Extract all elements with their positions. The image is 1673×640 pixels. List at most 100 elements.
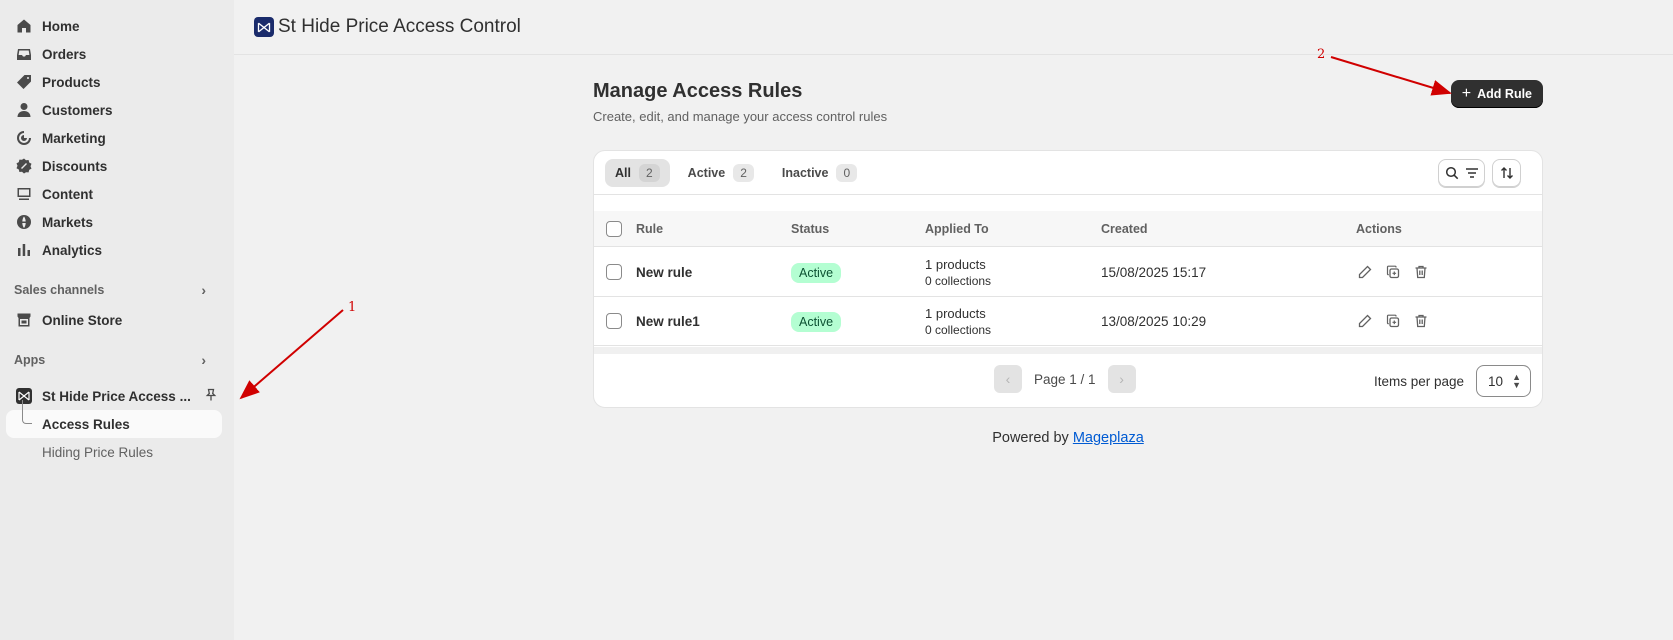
items-per-page: Items per page 10 ▲ ▼ bbox=[1374, 365, 1531, 397]
tree-connector bbox=[22, 400, 32, 424]
sidebar-item-label: Customers bbox=[42, 102, 113, 118]
horizontal-scrollbar[interactable] bbox=[594, 347, 1542, 354]
filter-icon bbox=[1465, 168, 1478, 178]
sort-icon bbox=[1500, 167, 1513, 179]
tab-count: 2 bbox=[638, 163, 660, 182]
status-badge: Active bbox=[791, 311, 842, 332]
row-checkbox[interactable] bbox=[606, 313, 622, 329]
filter-tabs: All 2 Active 2 Inactive 0 bbox=[594, 151, 1542, 195]
store-icon bbox=[16, 312, 32, 328]
applied-collections: 0 collections bbox=[925, 273, 992, 288]
table-row[interactable]: New rule1 Active 1 products 0 collection… bbox=[594, 297, 1542, 346]
sidebar-item-online-store[interactable]: Online Store bbox=[0, 306, 234, 334]
items-per-page-label: Items per page bbox=[1373, 373, 1464, 389]
pagination: ‹ Page 1 / 1 › bbox=[994, 365, 1136, 393]
column-header-rule: Rule bbox=[636, 221, 664, 236]
rules-card: All 2 Active 2 Inactive 0 Rule Status Ap… bbox=[593, 150, 1543, 408]
sidebar-item-label: Analytics bbox=[42, 242, 103, 258]
sidebar-item-analytics[interactable]: Analytics bbox=[0, 236, 234, 264]
sidebar-item-markets[interactable]: Markets bbox=[0, 208, 234, 236]
page-indicator: Page 1 / 1 bbox=[1034, 371, 1096, 387]
sidebar-item-label: Online Store bbox=[42, 312, 123, 328]
select-all-checkbox[interactable] bbox=[606, 220, 622, 237]
sidebar-item-orders[interactable]: Orders bbox=[0, 40, 234, 68]
applied-products: 1 products bbox=[925, 256, 986, 272]
column-header-created: Created bbox=[1101, 221, 1148, 236]
add-rule-button[interactable]: + Add Rule bbox=[1450, 80, 1543, 108]
delete-icon[interactable] bbox=[1412, 313, 1429, 330]
sidebar-item-marketing[interactable]: Marketing bbox=[0, 124, 234, 152]
content-icon bbox=[16, 186, 32, 202]
edit-icon[interactable] bbox=[1356, 264, 1373, 281]
annotation-label-2: 2 bbox=[1317, 47, 1326, 62]
tab-count: 2 bbox=[733, 163, 754, 182]
mageplaza-link[interactable]: Mageplaza bbox=[1073, 430, 1144, 446]
sales-channels-label: Sales channels bbox=[14, 283, 105, 297]
subitem-label: Access Rules bbox=[42, 416, 130, 432]
powered-by-footer: Powered by Mageplaza bbox=[593, 430, 1543, 446]
annotation-label-1: 1 bbox=[348, 300, 357, 315]
target-icon bbox=[16, 130, 32, 146]
sidebar-subitem-hiding-price-rules[interactable]: Hiding Price Rules bbox=[6, 438, 222, 466]
sidebar-item-label: Home bbox=[42, 18, 80, 34]
chevron-right-icon[interactable]: › bbox=[201, 282, 206, 298]
page-title: Manage Access Rules bbox=[593, 80, 803, 102]
duplicate-icon[interactable] bbox=[1384, 264, 1401, 281]
annotation-arrow-1 bbox=[239, 309, 344, 400]
apps-header[interactable]: Apps › bbox=[0, 348, 234, 372]
table-header: Rule Status Applied To Created Actions bbox=[594, 211, 1542, 247]
sidebar-item-content[interactable]: Content bbox=[0, 180, 234, 208]
items-per-page-value: 10 bbox=[1488, 373, 1504, 389]
globe-icon bbox=[16, 214, 32, 230]
sidebar-item-home[interactable]: Home bbox=[0, 12, 234, 40]
sidebar-item-label: Marketing bbox=[42, 130, 106, 146]
add-rule-label: Add Rule bbox=[1477, 87, 1532, 101]
sidebar-item-label: Content bbox=[42, 186, 93, 202]
tab-label: Active bbox=[687, 165, 726, 180]
status-badge: Active bbox=[791, 262, 842, 283]
sidebar: Home Orders Products Customers Marketing… bbox=[0, 0, 234, 640]
table-row[interactable]: New rule Active 1 products 0 collections… bbox=[594, 248, 1542, 297]
sidebar-item-products[interactable]: Products bbox=[0, 68, 234, 96]
tab-label: All bbox=[615, 165, 631, 180]
select-arrows-icon: ▲ ▼ bbox=[1512, 372, 1521, 390]
sidebar-item-discounts[interactable]: Discounts bbox=[0, 152, 234, 180]
pin-icon[interactable] bbox=[204, 388, 218, 405]
column-header-status: Status bbox=[791, 221, 830, 236]
search-icon bbox=[1445, 166, 1458, 180]
tab-all[interactable]: All 2 bbox=[605, 158, 670, 187]
delete-icon[interactable] bbox=[1412, 264, 1429, 281]
sidebar-item-label: Products bbox=[42, 74, 101, 90]
edit-icon[interactable] bbox=[1356, 313, 1373, 330]
app-title: St Hide Price Access Control bbox=[278, 16, 521, 37]
page-subtitle: Create, edit, and manage your access con… bbox=[593, 109, 888, 124]
discount-icon bbox=[16, 158, 32, 174]
sales-channels-header[interactable]: Sales channels › bbox=[0, 278, 234, 302]
prev-page-button[interactable]: ‹ bbox=[994, 365, 1022, 393]
rule-name[interactable]: New rule bbox=[636, 265, 692, 280]
items-per-page-select[interactable]: 10 ▲ ▼ bbox=[1476, 365, 1531, 397]
tab-count: 0 bbox=[836, 163, 858, 182]
column-header-applied-to: Applied To bbox=[925, 221, 989, 236]
sidebar-item-customers[interactable]: Customers bbox=[0, 96, 234, 124]
home-icon bbox=[16, 18, 32, 34]
search-filter-button[interactable] bbox=[1438, 159, 1485, 187]
duplicate-icon[interactable] bbox=[1384, 313, 1401, 330]
chevron-right-icon[interactable]: › bbox=[201, 352, 206, 368]
apps-label: Apps bbox=[14, 353, 46, 367]
sidebar-subitem-access-rules[interactable]: Access Rules bbox=[6, 400, 222, 438]
sort-button[interactable] bbox=[1492, 159, 1521, 187]
tab-active[interactable]: Active 2 bbox=[678, 159, 764, 187]
app-name: St Hide Price Access ... bbox=[42, 388, 191, 404]
next-page-button[interactable]: › bbox=[1107, 365, 1136, 393]
column-header-actions: Actions bbox=[1356, 221, 1402, 236]
rule-name[interactable]: New rule1 bbox=[636, 314, 700, 329]
sidebar-app-item[interactable]: St Hide Price Access ... bbox=[0, 382, 234, 410]
app-header: St Hide Price Access Control bbox=[234, 0, 1673, 55]
main-content: Manage Access Rules Create, edit, and ma… bbox=[593, 80, 1543, 446]
subitem-label: Hiding Price Rules bbox=[42, 444, 154, 460]
row-checkbox[interactable] bbox=[606, 264, 622, 280]
tab-inactive[interactable]: Inactive 0 bbox=[772, 159, 867, 187]
plus-icon: + bbox=[1461, 85, 1472, 102]
sidebar-item-label: Orders bbox=[42, 46, 87, 62]
